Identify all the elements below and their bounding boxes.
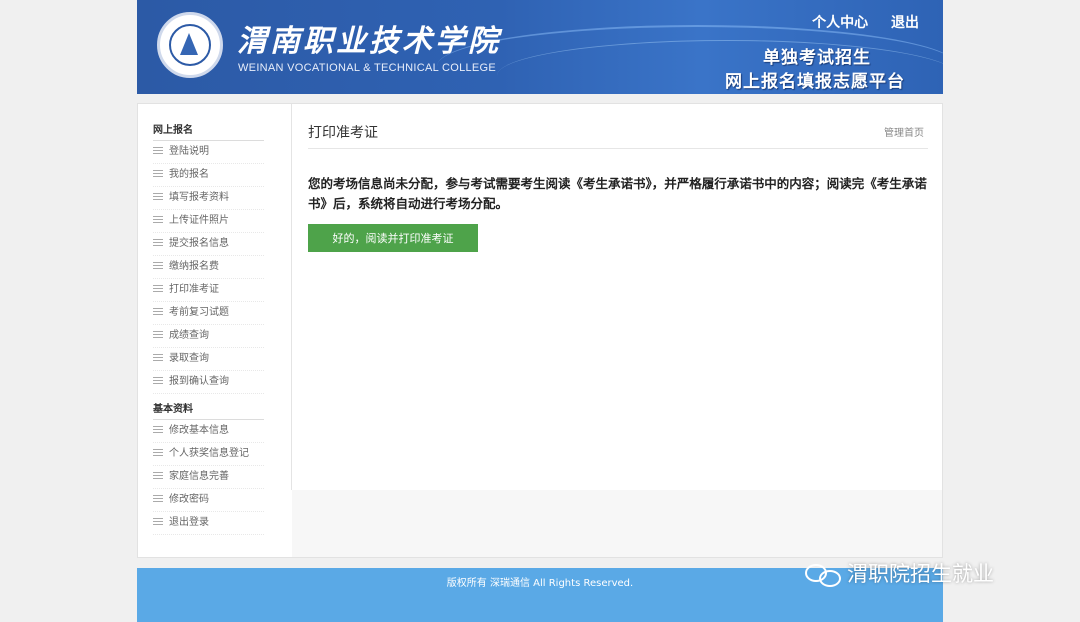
sidebar-item-section2-3[interactable]: 修改密码 (153, 489, 264, 512)
sidebar-item-label: 成绩查询 (169, 330, 209, 341)
sidebar-item-label: 上传证件照片 (169, 215, 229, 226)
sidebar-item-label: 登陆说明 (169, 146, 209, 157)
sidebar-item-section1-3[interactable]: 上传证件照片 (153, 210, 264, 233)
sidebar-item-section2-1[interactable]: 个人获奖信息登记 (153, 443, 264, 466)
platform-title-line1: 单独考试招生 (763, 48, 871, 68)
list-icon (153, 216, 163, 224)
list-icon (153, 193, 163, 201)
sidebar-item-label: 退出登录 (169, 517, 209, 528)
list-icon (153, 354, 163, 362)
sidebar-item-label: 录取查询 (169, 353, 209, 364)
watermark-text: 渭职院招生就业 (847, 562, 994, 586)
list-icon (153, 518, 163, 526)
sidebar-item-label: 提交报名信息 (169, 238, 229, 249)
main-panel: 网上报名 登陆说明 我的报名 填写报考资料 上传证件照片 提交报名信息 缴纳报名费 打印准考… (137, 103, 943, 558)
sidebar-item-label: 填写报考资料 (169, 192, 229, 203)
list-icon (153, 449, 163, 457)
sidebar-item-section1-6[interactable]: 打印准考证 (153, 279, 264, 302)
sidebar-section-basic-info: 基本资料 (153, 400, 264, 420)
sidebar-item-section1-4[interactable]: 提交报名信息 (153, 233, 264, 256)
list-icon (153, 308, 163, 316)
sidebar-item-label: 我的报名 (169, 169, 209, 180)
header-banner: 渭南职业技术学院 WEINAN VOCATIONAL & TECHNICAL C… (137, 0, 943, 94)
sidebar-item-section1-1[interactable]: 我的报名 (153, 164, 264, 187)
list-icon (153, 426, 163, 434)
manage-home-link[interactable]: 管理首页 (884, 124, 924, 139)
list-icon (153, 285, 163, 293)
sidebar-item-label: 报到确认查询 (169, 376, 229, 387)
sidebar-item-section2-2[interactable]: 家庭信息完善 (153, 466, 264, 489)
list-icon (153, 239, 163, 247)
title-divider (308, 148, 928, 149)
sidebar-menu-registration: 登陆说明我的报名填写报考资料 上传证件照片 提交报名信息 缴纳报名费打印准考证考前复习… (153, 141, 264, 394)
sidebar-item-label: 考前复习试题 (169, 307, 229, 318)
list-icon (153, 331, 163, 339)
list-icon (153, 147, 163, 155)
logout-link[interactable]: 退出 (891, 15, 919, 31)
sidebar-item-section2-0[interactable]: 修改基本信息 (153, 420, 264, 443)
sidebar-section-online-registration: 网上报名 (153, 121, 264, 141)
sidebar-item-label: 家庭信息完善 (169, 471, 229, 482)
sidebar-item-label: 打印准考证 (169, 284, 219, 295)
sidebar-item-label: 修改密码 (169, 494, 209, 505)
sidebar-item-section1-0[interactable]: 登陆说明 (153, 141, 264, 164)
read-and-print-button[interactable]: 好的，阅读并打印准考证 (308, 224, 478, 252)
notice-text: 您的考场信息尚未分配，参与考试需要考生阅读《考生承诺书》，并严格履行承诺书中的内… (308, 176, 927, 211)
wechat-icon (805, 562, 843, 588)
list-icon (153, 495, 163, 503)
list-icon (153, 170, 163, 178)
page-title: 打印准考证 (308, 125, 378, 141)
content-bottom-area (292, 490, 942, 557)
sidebar-item-section1-8[interactable]: 成绩查询 (153, 325, 264, 348)
sidebar-item-section1-10[interactable]: 报到确认查询 (153, 371, 264, 394)
sidebar-item-label: 个人获奖信息登记 (169, 448, 249, 459)
top-links: 个人中心 退出 (794, 12, 919, 32)
list-icon (153, 377, 163, 385)
college-name-en: WEINAN VOCATIONAL & TECHNICAL COLLEGE (238, 62, 497, 74)
watermark: 渭职院招生就业 (805, 558, 994, 590)
sidebar-item-label: 缴纳报名费 (169, 261, 219, 272)
sidebar-item-section1-7[interactable]: 考前复习试题 (153, 302, 264, 325)
personal-center-link[interactable]: 个人中心 (812, 15, 868, 31)
sidebar-item-section2-4[interactable]: 退出登录 (153, 512, 264, 535)
platform-title-line2: 网上报名填报志愿平台 (725, 72, 905, 92)
sidebar-menu-basic-info: 修改基本信息个人获奖信息登记 家庭信息完善 修改密码退出登录 (153, 420, 264, 535)
list-icon (153, 472, 163, 480)
sidebar-item-section1-9[interactable]: 录取查询 (153, 348, 264, 371)
college-name-cn: 渭南职业技术学院 (237, 24, 501, 59)
sidebar-item-section1-5[interactable]: 缴纳报名费 (153, 256, 264, 279)
sidebar-item-label: 修改基本信息 (169, 425, 229, 436)
college-logo-icon (157, 12, 223, 78)
list-icon (153, 262, 163, 270)
sidebar-item-section1-2[interactable]: 填写报考资料 (153, 187, 264, 210)
sidebar: 网上报名 登陆说明我的报名填写报考资料 上传证件照片 提交报名信息 缴纳报名费打印准考… (138, 104, 292, 535)
